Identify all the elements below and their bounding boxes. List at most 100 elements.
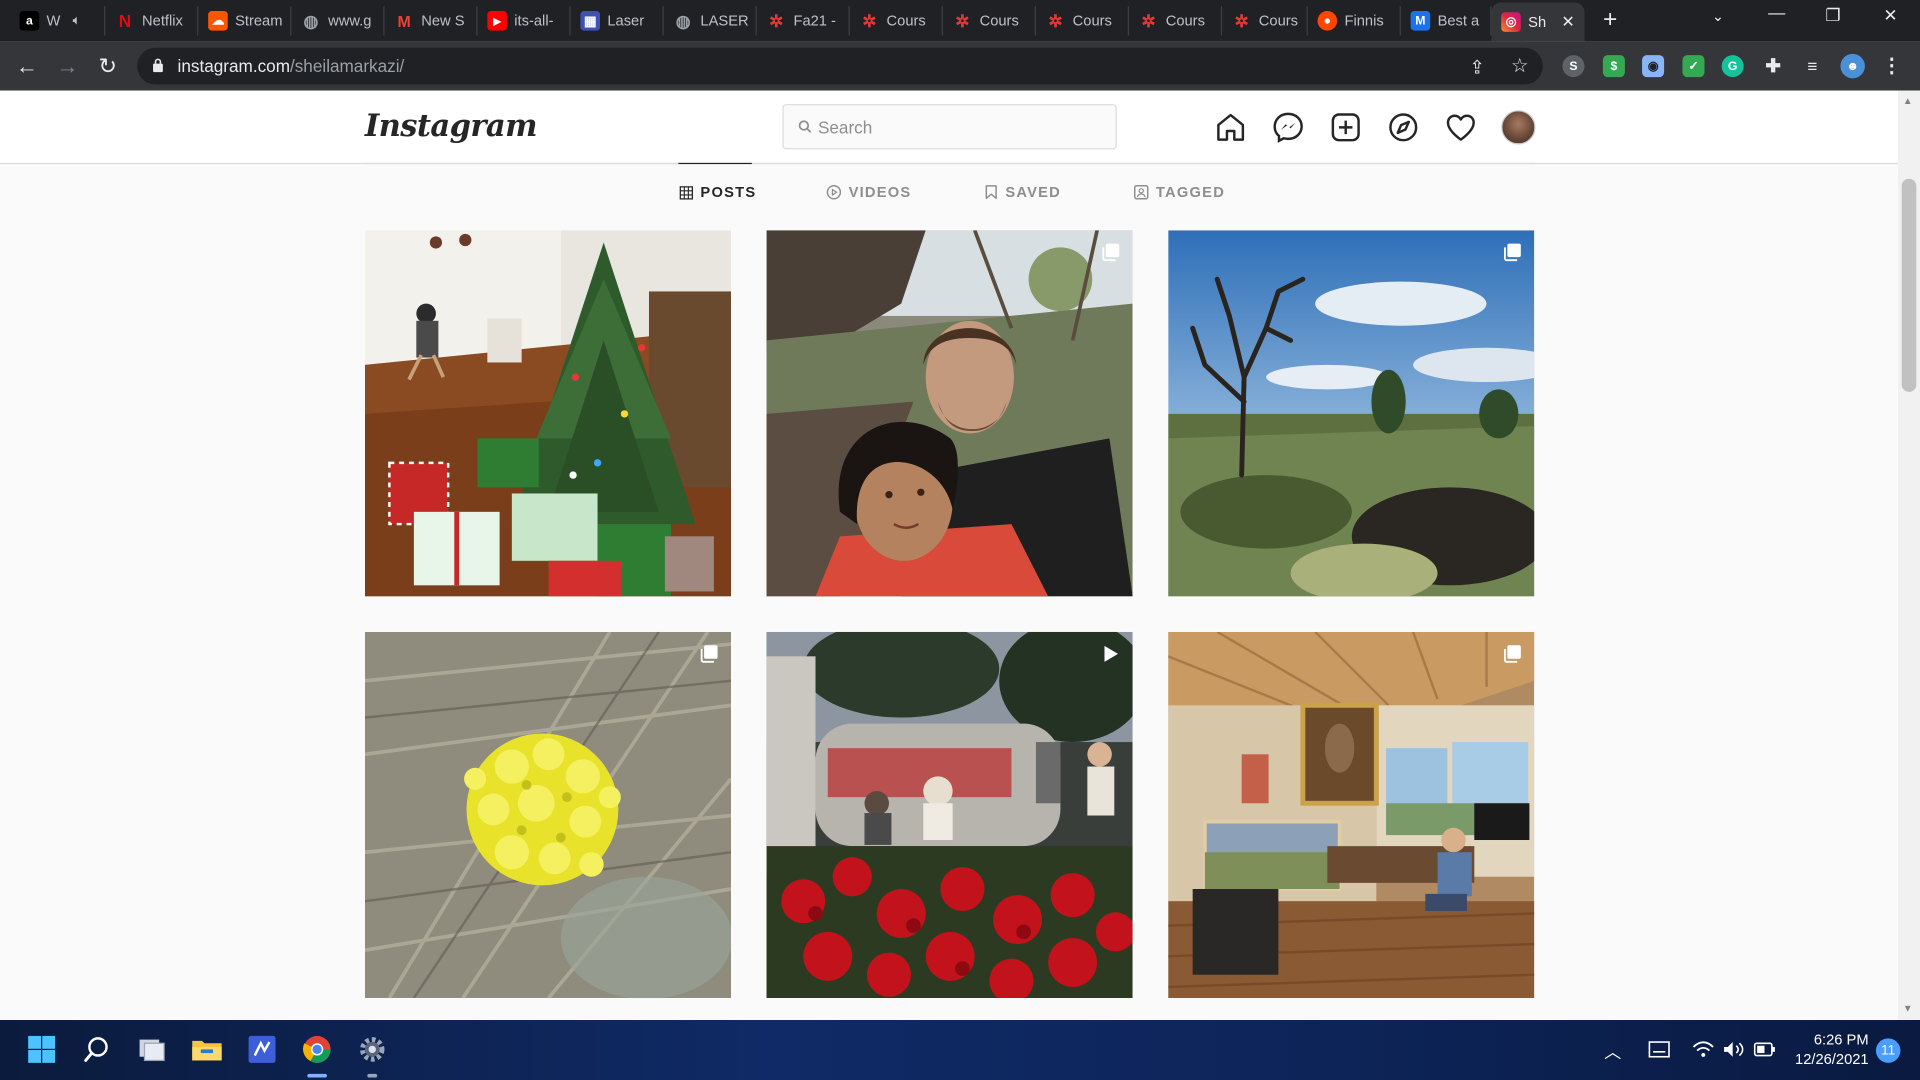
share-icon[interactable]: ⇪	[1469, 56, 1484, 79]
tab-videos[interactable]: VIDEOS	[826, 183, 912, 201]
battery-icon[interactable]	[1753, 1042, 1775, 1057]
tab-canvas-4[interactable]: ✲ Cours	[1036, 6, 1129, 36]
post-thumbnail[interactable]	[1168, 631, 1535, 998]
tab-label: VIDEOS	[848, 183, 912, 201]
settings-icon[interactable]	[355, 1032, 389, 1066]
chrome-menu-icon[interactable]: ⋮	[1881, 55, 1903, 77]
tab-amazon[interactable]: a W 🔈︎	[10, 6, 106, 36]
skype-extension-icon[interactable]: S	[1562, 55, 1585, 78]
amazon-icon: a	[19, 11, 40, 31]
tab-canvas-6[interactable]: ✲ Cours	[1222, 6, 1308, 36]
explore-icon[interactable]	[1386, 110, 1420, 144]
profile-avatar-icon[interactable]: ☻	[1840, 53, 1865, 79]
search-box[interactable]	[782, 104, 1117, 150]
new-tab-button[interactable]: +	[1596, 7, 1625, 34]
system-clock[interactable]: 6:26 PM 12/26/2021	[1795, 1030, 1869, 1069]
address-bar[interactable]: instagram.com/sheilamarkazi/ ⇪ ☆	[137, 47, 1543, 85]
tab-search-chevron-icon[interactable]: ⌄	[1700, 7, 1737, 24]
reading-list-icon[interactable]: ≡	[1801, 55, 1823, 77]
trello-icon: ▦	[580, 11, 601, 31]
tab-posts[interactable]: POSTS	[679, 184, 757, 201]
post-thumbnail[interactable]	[364, 230, 732, 597]
tab-globe-2[interactable]: ◍ LASER	[664, 6, 757, 36]
minimize-button[interactable]: —	[1758, 2, 1795, 22]
tab-trello[interactable]: ▦ Laser	[571, 6, 664, 36]
tab-title: W	[46, 12, 61, 30]
windows-start-icon[interactable]	[24, 1032, 58, 1066]
tray-overflow-chevron-icon[interactable]: ︿	[1604, 1040, 1621, 1064]
post-thumbnail[interactable]	[364, 631, 732, 998]
tab-netflix[interactable]: N Netflix	[105, 6, 199, 36]
canvas-icon: ✲	[769, 10, 784, 31]
activity-heart-icon[interactable]	[1444, 110, 1478, 144]
chrome-active-indicator	[307, 1073, 327, 1078]
tab-gmail[interactable]: M New S	[384, 6, 478, 36]
canvas-icon: ✲	[955, 10, 970, 31]
visual-studio-icon[interactable]	[245, 1032, 279, 1066]
grammarly-extension-icon[interactable]: G	[1721, 55, 1744, 78]
post-thumbnail[interactable]	[766, 631, 1133, 998]
tab-title: Fa21 -	[793, 12, 836, 30]
tab-tagged[interactable]: TAGGED	[1134, 184, 1225, 201]
money-extension-icon[interactable]: $	[1602, 55, 1625, 78]
url-host: instagram.com	[177, 56, 290, 76]
tab-canvas-2[interactable]: ✲ Cours	[850, 6, 943, 36]
search-input[interactable]	[817, 115, 1100, 140]
canvas-icon: ✲	[1048, 10, 1063, 31]
tab-canvas-3[interactable]: ✲ Cours	[943, 6, 1036, 36]
tab-saved[interactable]: SAVED	[984, 184, 1060, 201]
extensions-puzzle-icon[interactable]: ✚	[1762, 55, 1784, 77]
profile-avatar[interactable]	[1501, 110, 1536, 145]
chrome-icon[interactable]	[300, 1032, 334, 1066]
screen-capture-extension-icon[interactable]: ◉	[1642, 55, 1665, 78]
tab-globe-1[interactable]: ◍ www.g	[291, 6, 385, 36]
scroll-up-arrow-icon[interactable]: ▲	[1903, 96, 1913, 107]
tab-label: TAGGED	[1155, 183, 1226, 201]
volume-icon[interactable]	[1723, 1041, 1745, 1058]
close-window-button[interactable]: ✕	[1872, 5, 1909, 26]
tab-instagram-active[interactable]: ◎ Sh ✕	[1491, 2, 1585, 42]
tab-title: Laser	[607, 12, 645, 30]
back-button[interactable]: ←	[12, 51, 41, 80]
post-image-painter-studio	[1168, 631, 1535, 998]
post-image-couple-selfie	[766, 230, 1133, 597]
netflix-icon: N	[118, 11, 132, 31]
home-icon[interactable]	[1213, 110, 1247, 144]
scroll-down-arrow-icon[interactable]: ▼	[1903, 1003, 1913, 1014]
tab-title: Netflix	[142, 12, 183, 30]
tab-title: Cours	[886, 12, 926, 30]
task-view-icon[interactable]	[135, 1032, 169, 1066]
page-scrollbar[interactable]: ▲ ▼	[1897, 90, 1920, 1021]
tab-label: SAVED	[1005, 183, 1061, 201]
clock-time: 6:26 PM	[1813, 1031, 1869, 1049]
clipboard-extension-icon[interactable]: ✓	[1682, 55, 1705, 78]
forward-button[interactable]: →	[53, 51, 82, 80]
tab-canvas-5[interactable]: ✲ Cours	[1129, 6, 1223, 36]
touch-keyboard-icon[interactable]	[1648, 1041, 1670, 1058]
reload-button[interactable]: ↻	[93, 51, 122, 80]
post-thumbnail[interactable]	[1168, 230, 1535, 597]
lock-icon[interactable]	[152, 58, 164, 73]
file-explorer-icon[interactable]	[190, 1032, 224, 1066]
instagram-logo[interactable]: Instagram	[365, 108, 538, 144]
wifi-icon[interactable]	[1692, 1041, 1714, 1058]
messenger-icon[interactable]	[1271, 110, 1305, 144]
scrollbar-thumb[interactable]	[1901, 178, 1917, 392]
bookmark-star-icon[interactable]: ☆	[1511, 54, 1529, 78]
search-icon[interactable]	[80, 1032, 114, 1066]
post-thumbnail[interactable]	[766, 230, 1133, 597]
tab-medium[interactable]: M Best a	[1401, 6, 1492, 36]
tab-canvas-1[interactable]: ✲ Fa21 -	[757, 6, 850, 36]
new-post-icon[interactable]	[1329, 110, 1363, 144]
windows-taskbar: ︿ 6:26 PM 12/26/2021 11	[0, 1020, 1920, 1080]
restore-button[interactable]: ❐	[1815, 5, 1852, 26]
tab-youtube[interactable]: ▶ its-all-	[478, 6, 571, 36]
close-tab-icon[interactable]: ✕	[1561, 12, 1574, 32]
profile-divider	[364, 162, 1535, 165]
notification-count-badge[interactable]: 11	[1875, 1038, 1901, 1063]
speaker-muted-icon[interactable]: 🔈︎	[73, 13, 81, 29]
tab-reddit[interactable]: ● Finnis	[1308, 6, 1401, 36]
tab-soundcloud[interactable]: ☁ Stream	[198, 6, 292, 36]
reddit-icon: ●	[1317, 11, 1338, 31]
post-image-christmas-tree	[364, 230, 732, 597]
